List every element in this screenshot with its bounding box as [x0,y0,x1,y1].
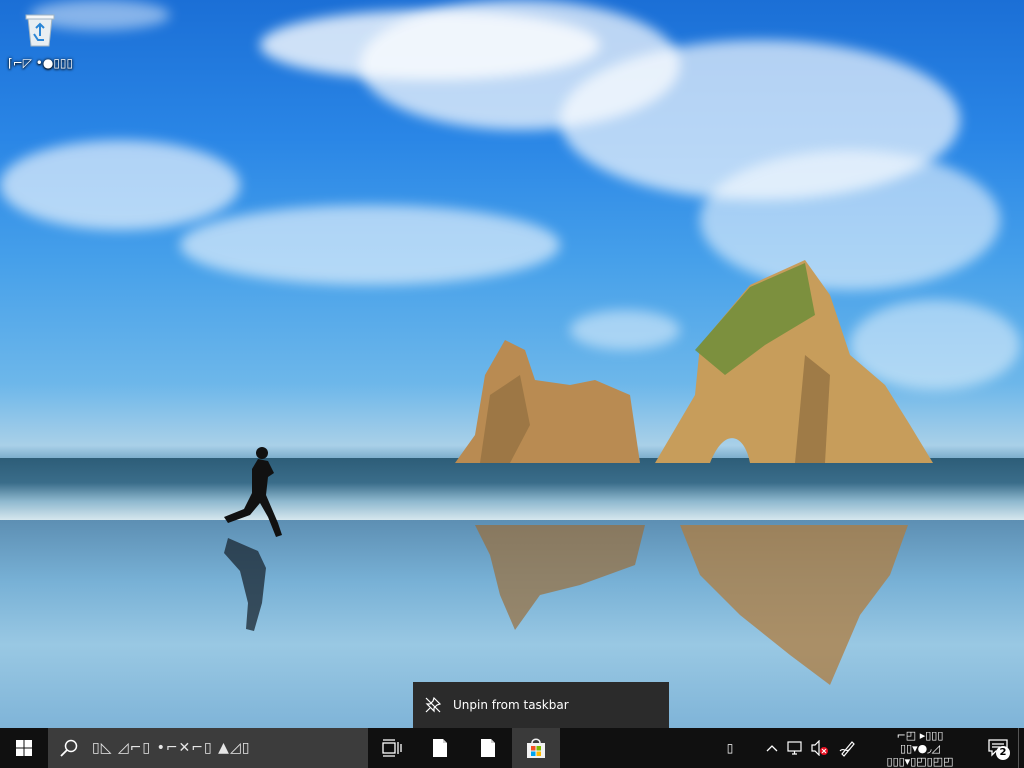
unpin-icon [425,697,441,713]
windows-logo-icon [16,740,32,756]
network-icon [787,741,802,755]
system-tray: ▯ ⌐◰ ▸▯▯▯ ▯▯▾●◞◿ ▯▯▯▾▯◰▯◰◰ 2 [716,728,1024,768]
task-view-icon [382,739,402,757]
sea [0,458,1024,520]
show-hidden-icons-button[interactable] [760,728,784,768]
unpin-label: Unpin from taskbar [453,698,569,712]
task-view-button[interactable] [368,728,416,768]
file-icon [481,739,495,757]
runner-silhouette [224,447,282,631]
volume-button[interactable] [808,728,832,768]
recycle-bin-icon [25,14,55,47]
volume-muted-icon [811,740,828,756]
search-box[interactable]: ▯◺ ◿⌐▯ •⌐✕⌐▯ ▲◿▯ [48,728,368,768]
chevron-up-icon [766,745,778,752]
input-indicator[interactable]: ▯ [716,728,744,768]
cloud [0,140,240,230]
action-center-button[interactable]: 2 [978,728,1018,768]
rock-reflection [680,525,908,685]
start-button[interactable] [0,728,48,768]
gap [744,728,760,768]
pen-icon [839,741,855,757]
small-rock [455,340,640,463]
pinned-app-file-1[interactable] [416,728,464,768]
notification-count-badge: 2 [996,746,1010,760]
rock-reflection [475,525,645,630]
recycle-bin-label: ⌈⌐◸ •●▯▯▯ [8,56,74,70]
clock[interactable]: ⌐◰ ▸▯▯▯ ▯▯▾●◞◿ ▯▯▯▾▯◰▯◰◰ [872,728,968,768]
cloud [180,205,560,285]
pen-button[interactable] [832,728,864,768]
unpin-from-taskbar-item[interactable]: Unpin from taskbar [413,682,669,728]
pinned-app-file-2[interactable] [464,728,512,768]
clock-line-3: ▯▯▯▾▯◰▯◰◰ [886,754,954,768]
search-placeholder: ▯◺ ◿⌐▯ •⌐✕⌐▯ ▲◿▯ [92,740,251,756]
file-icon [433,739,447,757]
recycle-bin-shortcut[interactable]: ⌈⌐◸ •●▯▯▯ [8,6,74,86]
show-desktop-button[interactable] [1018,728,1024,768]
arch-rock [655,260,933,463]
desktop: ⌈⌐◸ •●▯▯▯ Unpin from taskbar ▯◺ ◿⌐▯ •⌐✕⌐… [0,0,1024,768]
pinned-app-microsoft-store[interactable] [512,728,560,768]
network-button[interactable] [784,728,808,768]
microsoft-store-icon [527,738,545,758]
taskbar-jump-list: Unpin from taskbar [413,682,669,728]
search-icon [60,739,78,757]
clock-line-2: ▯▯▾●◞◿ [900,741,940,755]
taskbar: ▯◺ ◿⌐▯ •⌐✕⌐▯ ▲◿▯ ▯ ⌐◰ ▸▯▯▯ ▯▯▾●◞◿ ▯▯▯▾▯◰… [0,728,1024,768]
clock-line-1: ⌐◰ ▸▯▯▯ [896,728,944,742]
